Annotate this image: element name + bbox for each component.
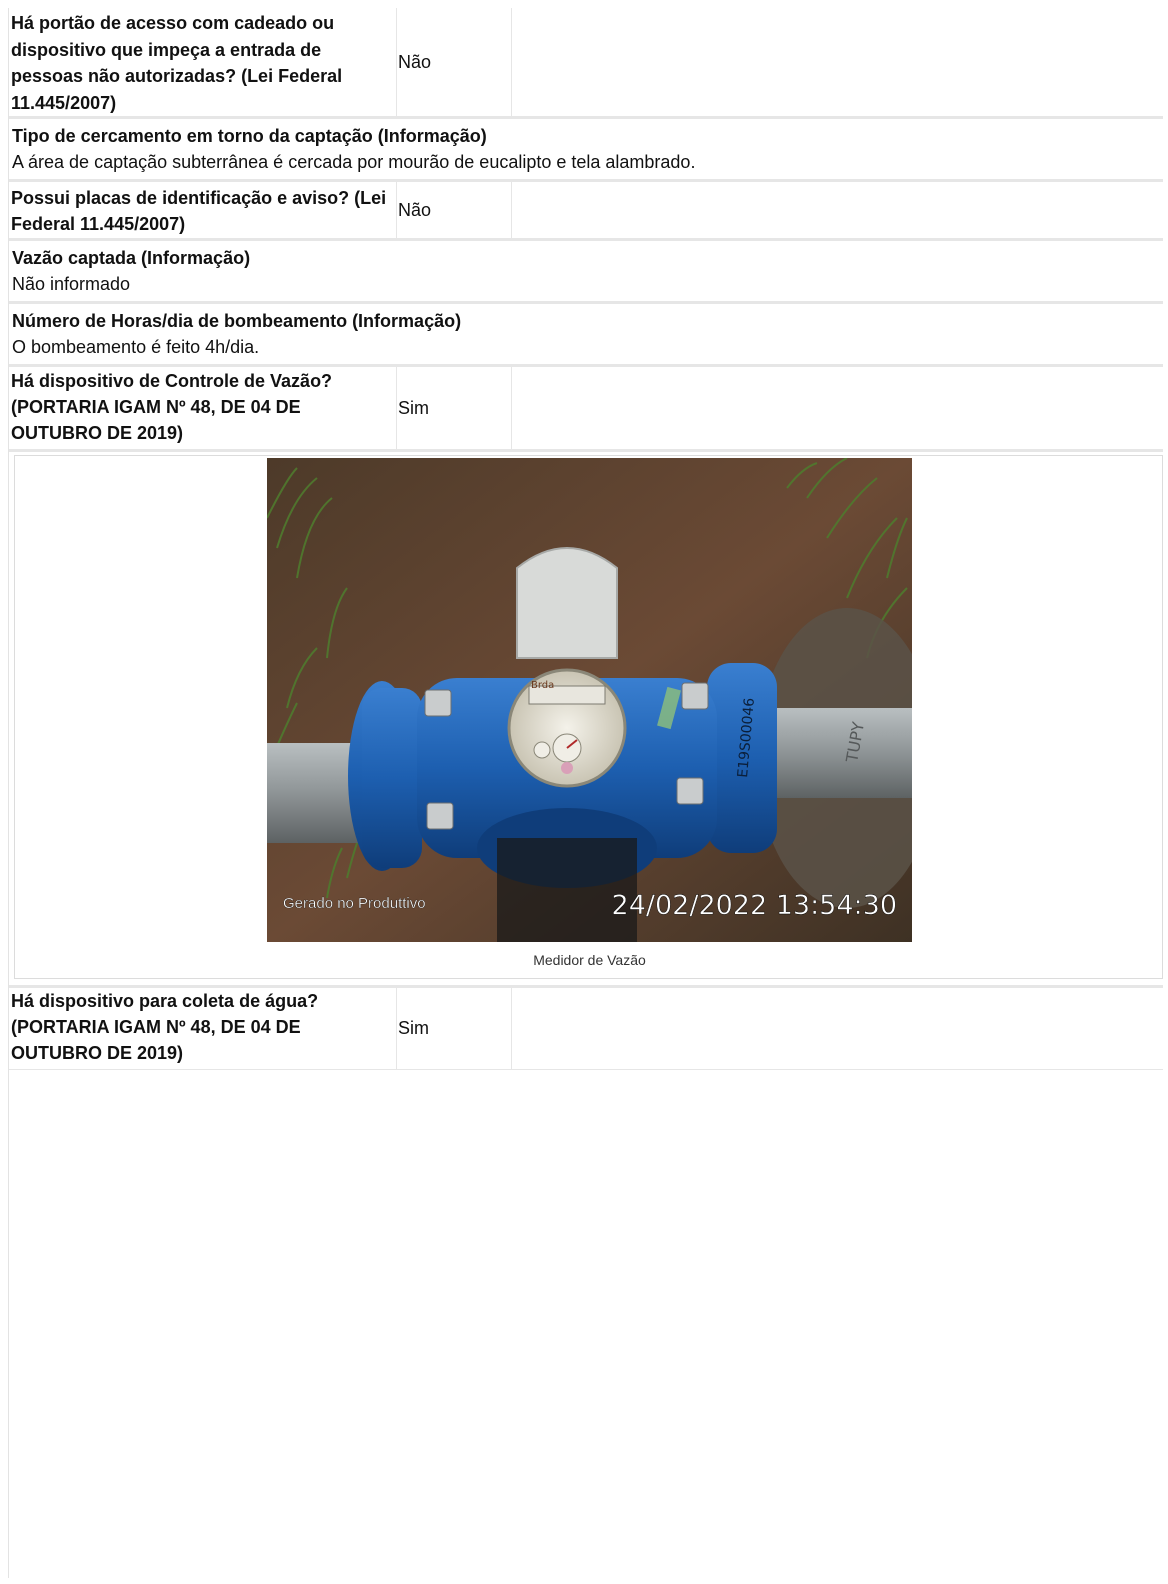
info-row-flow: Vazão captada (Informação) Não informado bbox=[9, 241, 1163, 304]
question-row-water-sampling: Há dispositivo para coleta de água? (POR… bbox=[9, 985, 1163, 1070]
info-row-fencing: Tipo de cercamento em torno da captação … bbox=[9, 119, 1163, 182]
info-title: Tipo de cercamento em torno da captação … bbox=[12, 126, 487, 146]
question-row-access-gate: Há portão de acesso com cadeado ou dispo… bbox=[9, 8, 1163, 119]
photo-caption: Medidor de Vazão bbox=[533, 952, 646, 968]
flow-meter-illustration: TUPY E19S00046 Brda Gerado no Produttivo… bbox=[267, 458, 912, 942]
answer-value: Sim bbox=[396, 367, 512, 449]
question-row-flow-control: Há dispositivo de Controle de Vazão? (PO… bbox=[9, 367, 1163, 452]
info-body: A área de captação subterrânea é cercada… bbox=[12, 152, 696, 172]
answer-value: Sim bbox=[396, 988, 512, 1069]
question-label: Há dispositivo de Controle de Vazão? (PO… bbox=[11, 371, 333, 443]
question-row-signage: Possui placas de identificação e aviso? … bbox=[9, 182, 1163, 241]
inspection-document: Há portão de acesso com cadeado ou dispo… bbox=[8, 8, 1163, 1578]
photo-stamp-app: Gerado no Produttivo bbox=[283, 895, 426, 912]
question-label: Possui placas de identificação e aviso? … bbox=[11, 188, 387, 234]
info-body: O bombeamento é feito 4h/dia. bbox=[12, 337, 260, 357]
info-title: Número de Horas/dia de bombeamento (Info… bbox=[12, 311, 462, 331]
photo-panel: TUPY E19S00046 Brda Gerado no Produttivo… bbox=[14, 455, 1163, 979]
meter-brand-text: Brda bbox=[531, 680, 554, 691]
question-label: Há dispositivo para coleta de água? (POR… bbox=[11, 991, 319, 1063]
answer-value: Não bbox=[396, 8, 512, 116]
answer-value: Não bbox=[396, 182, 512, 238]
flow-meter-photo: TUPY E19S00046 Brda Gerado no Produttivo… bbox=[267, 458, 912, 942]
info-title: Vazão captada (Informação) bbox=[12, 248, 251, 268]
photo-stamp-datetime: 24/02/2022 13:54:30 bbox=[612, 890, 897, 921]
question-label: Há portão de acesso com cadeado ou dispo… bbox=[11, 13, 343, 113]
info-row-pumping-hours: Número de Horas/dia de bombeamento (Info… bbox=[9, 304, 1163, 367]
info-body: Não informado bbox=[12, 274, 131, 294]
